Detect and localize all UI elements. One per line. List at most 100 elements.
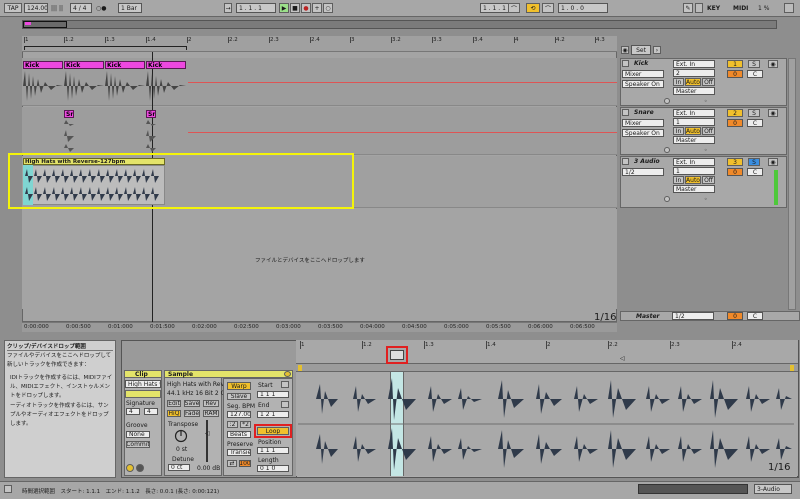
track-input-select[interactable]: Ext. In	[673, 109, 715, 117]
groove-select[interactable]: None	[126, 431, 150, 438]
track-monitor-off-button[interactable]: Off	[702, 127, 715, 135]
transient-select[interactable]: Transien	[227, 449, 251, 456]
track-monitor-off-button[interactable]: Off	[702, 78, 715, 86]
slave-button[interactable]: Slave	[227, 393, 251, 400]
loop-brace[interactable]	[24, 46, 187, 50]
track-fold-button[interactable]	[622, 158, 629, 165]
track-arm-button[interactable]: ◉	[768, 158, 778, 166]
track-monitor-in-button[interactable]: In	[673, 176, 684, 184]
track-channel-select[interactable]: 2	[673, 69, 715, 77]
quantize-select[interactable]: 1 Bar	[118, 3, 142, 13]
hiq-button[interactable]: HiQ	[167, 410, 181, 417]
warp-mode-select[interactable]: Beats	[227, 431, 251, 438]
loop-end-triangle-icon[interactable]: ◁	[620, 355, 625, 362]
sample-box-toggle[interactable]	[284, 371, 291, 377]
record-button[interactable]: ●	[301, 3, 311, 13]
end-set-button[interactable]	[281, 401, 289, 408]
track-monitor-select[interactable]: Speaker On	[622, 129, 664, 137]
clip-box-toggle[interactable]	[126, 464, 134, 472]
half-tempo-button[interactable]: :2	[227, 421, 238, 428]
signature-numerator[interactable]: 4	[126, 408, 140, 415]
track-routing-select[interactable]: 1/2	[622, 168, 664, 176]
track-output-select[interactable]: Master	[673, 185, 715, 193]
length-field[interactable]: 0 1 0	[257, 465, 289, 472]
overview-strip[interactable]	[22, 20, 777, 29]
draw-mode-button[interactable]: ✎	[683, 3, 693, 13]
metronome-glyph[interactable]: ○●	[96, 5, 106, 12]
gain-slider[interactable]	[206, 420, 208, 462]
overdub-button[interactable]: +	[312, 3, 322, 13]
seg-bpm-field[interactable]: 127.00	[227, 411, 251, 418]
track-channel-select[interactable]: 1	[673, 167, 715, 175]
reverse-button[interactable]: Rev	[203, 400, 219, 407]
track-arm-button[interactable]: ◉	[768, 109, 778, 117]
stop-button[interactable]: ■	[290, 3, 300, 13]
master-pan[interactable]: C	[747, 312, 763, 320]
commit-button[interactable]: Commit	[126, 441, 150, 448]
track-solo-button[interactable]: S	[748, 109, 760, 117]
start-set-button[interactable]	[281, 381, 289, 388]
midi-map-label[interactable]: MIDI	[733, 5, 748, 12]
gain-slider-handle-icon[interactable]: ◁	[205, 430, 210, 437]
status-info-toggle[interactable]	[4, 485, 12, 493]
key-map-label[interactable]: KEY	[707, 5, 720, 12]
track-fold-button[interactable]	[622, 60, 629, 67]
track-number-button[interactable]: 2	[727, 109, 743, 117]
ram-button[interactable]: RAM	[203, 410, 219, 417]
set-locator-button[interactable]: Set	[631, 45, 651, 55]
snare-clip[interactable]: Sn	[146, 110, 156, 118]
overview-view-box[interactable]	[23, 21, 67, 28]
warp-button[interactable]: Warp	[227, 382, 251, 390]
play-button[interactable]: ▶	[279, 3, 289, 13]
loop-mode-button[interactable]: ⇄	[227, 460, 237, 467]
track-arm-button[interactable]: ◉	[768, 60, 778, 68]
vertical-scrollbar[interactable]	[788, 58, 796, 310]
time-signature-field[interactable]: 4 / 4	[70, 3, 92, 13]
track-extra-icon[interactable]: ◦	[704, 196, 708, 203]
track-monitor-off-button[interactable]: Off	[702, 176, 715, 184]
track-number-button[interactable]: 3	[727, 158, 743, 166]
track-monitor-select[interactable]: Speaker On	[622, 80, 664, 88]
clip-color-swatch[interactable]	[125, 390, 161, 398]
scroll-left-button[interactable]: ◉	[621, 46, 629, 54]
status-overview[interactable]	[638, 484, 748, 494]
key-map-button[interactable]	[695, 3, 703, 13]
track-fold-button[interactable]	[622, 109, 629, 116]
kick-clip[interactable]: Kick	[105, 61, 145, 69]
follow-button[interactable]: →	[224, 3, 232, 13]
tap-tempo-button[interactable]: TAP	[4, 3, 22, 13]
track-device-button[interactable]	[664, 98, 670, 104]
arrangement-position-field[interactable]: 1 . 1 . 1	[236, 3, 276, 13]
track-input-select[interactable]: Ext. In	[673, 158, 715, 166]
double-tempo-button[interactable]: *2	[240, 421, 251, 428]
track-volume-field[interactable]: 0	[727, 70, 743, 78]
master-volume[interactable]: 0	[727, 312, 743, 320]
track-routing-select[interactable]: Mixer	[622, 119, 664, 127]
warp-marker-start[interactable]	[298, 365, 302, 371]
track-volume-field[interactable]: 0	[727, 119, 743, 127]
transpose-knob-icon[interactable]	[174, 429, 188, 443]
track-monitor-auto-button[interactable]: Auto	[685, 176, 701, 184]
track-device-button[interactable]	[664, 147, 670, 153]
track-pan-field[interactable]: C	[747, 70, 763, 78]
fade-button[interactable]: Fade	[184, 410, 200, 417]
start-field[interactable]: 1 1 1	[257, 391, 289, 398]
master-routing[interactable]: 1/2	[672, 312, 714, 320]
signature-denominator[interactable]: 4	[144, 408, 158, 415]
track-solo-button[interactable]: S	[748, 60, 760, 68]
track-output-select[interactable]: Master	[673, 87, 715, 95]
tempo-field[interactable]: 124.00	[24, 3, 48, 13]
track-input-select[interactable]: Ext. In	[673, 60, 715, 68]
track-monitor-auto-button[interactable]: Auto	[685, 78, 701, 86]
kick-clip[interactable]: Kick	[146, 61, 186, 69]
track-monitor-in-button[interactable]: In	[673, 127, 684, 135]
edit-button[interactable]: Edit	[167, 400, 181, 407]
track-pan-field[interactable]: C	[747, 168, 763, 176]
clip-name-field[interactable]: High Hats wi	[125, 380, 161, 388]
punch-in-button[interactable]: ⌒	[508, 3, 520, 13]
envelope-field[interactable]: 100	[239, 460, 251, 467]
track-monitor-in-button[interactable]: In	[673, 78, 684, 86]
save-button[interactable]: Save	[184, 400, 200, 407]
automation-arm-button[interactable]: ○	[323, 3, 333, 13]
metronome-toggles[interactable]: ||| ||	[51, 5, 63, 12]
